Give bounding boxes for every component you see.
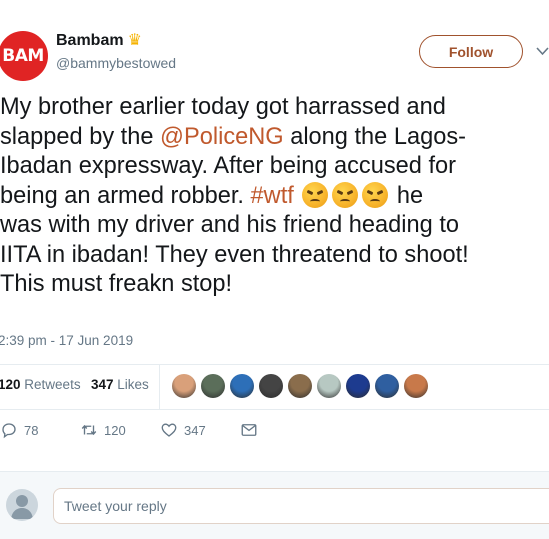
crown-icon: ♛ (127, 32, 142, 49)
likes-stat[interactable]: 347 Likes (91, 377, 149, 392)
tweet-line: My brother earlier today got harrassed a… (0, 94, 446, 120)
hashtag-link[interactable]: #wtf (251, 183, 294, 209)
like-button[interactable]: 347 (160, 421, 206, 439)
angry-face-icon (332, 181, 359, 208)
tweet-text-segment: along the Lagos- (283, 123, 466, 150)
heart-icon (161, 423, 177, 437)
liker-avatar[interactable] (230, 374, 254, 398)
tweet-line: Ibadan expressway. After being accused f… (0, 153, 456, 179)
follow-button[interactable]: Follow (419, 35, 523, 68)
liker-avatar[interactable] (404, 374, 428, 398)
likes-label: Likes (117, 377, 149, 392)
mention-link[interactable]: @PoliceNG (160, 124, 284, 150)
avatar[interactable]: BAM (0, 31, 48, 81)
tweet-timestamp[interactable]: 2:39 pm - 17 Jun 2019 (0, 333, 133, 348)
tweet-header: BAM Bambam ♛ @bammybestowed Follow (0, 26, 549, 86)
divider (0, 409, 549, 410)
user-name-block: Bambam ♛ @bammybestowed (56, 32, 176, 71)
user-handle[interactable]: @bammybestowed (56, 55, 176, 71)
reply-icon (2, 423, 16, 439)
liker-avatar[interactable] (346, 374, 370, 398)
angry-face-icon (302, 181, 329, 208)
liker-avatar[interactable] (288, 374, 312, 398)
retweet-count: 120 (104, 422, 126, 438)
liker-avatar[interactable] (375, 374, 399, 398)
tweet-line: being an armed robber. #wtf he (0, 181, 549, 212)
likes-count: 347 (91, 377, 114, 392)
reply-input[interactable] (53, 488, 549, 524)
liker-avatar[interactable] (201, 374, 225, 398)
angry-face-icon (362, 181, 389, 208)
divider (159, 364, 160, 409)
user-avatar-placeholder (6, 489, 38, 521)
chevron-down-icon[interactable] (536, 46, 549, 56)
tweet-line: IITA in ibadan! They even threatend to s… (0, 241, 469, 268)
tweet-text-segment: he (390, 182, 424, 209)
tweet-line: slapped by the @PoliceNG along the Lagos… (0, 123, 549, 153)
retweets-count: 120 (0, 377, 21, 392)
liker-avatars (172, 374, 428, 398)
display-name[interactable]: Bambam (56, 32, 124, 50)
tweet-line: This must freakn stop! (0, 271, 233, 297)
reply-count: 78 (24, 422, 39, 438)
retweets-stat[interactable]: 120 Retweets (0, 377, 81, 392)
tweet-stats: 120 Retweets 347 Likes (0, 364, 549, 409)
retweet-button[interactable]: 120 (80, 421, 126, 439)
retweets-label: Retweets (24, 377, 81, 392)
display-name-row[interactable]: Bambam ♛ (56, 32, 176, 50)
liker-avatar[interactable] (259, 374, 283, 398)
liker-avatar[interactable] (172, 374, 196, 398)
tweet-text-segment: being an armed robber. (0, 182, 251, 209)
direct-message-button[interactable] (240, 421, 258, 439)
reply-area (0, 471, 549, 539)
tweet-line: was with my driver and his friend headin… (0, 212, 459, 238)
retweet-icon (81, 424, 97, 436)
mail-icon (241, 424, 257, 436)
tweet-actions: 78 120 347 (0, 421, 549, 445)
tweet-text-segment: slapped by the (0, 123, 161, 150)
liker-avatar[interactable] (317, 374, 341, 398)
reply-button[interactable]: 78 (0, 421, 38, 439)
like-count: 347 (184, 422, 206, 438)
tweet-text: My brother earlier today got harrassed a… (0, 93, 549, 300)
